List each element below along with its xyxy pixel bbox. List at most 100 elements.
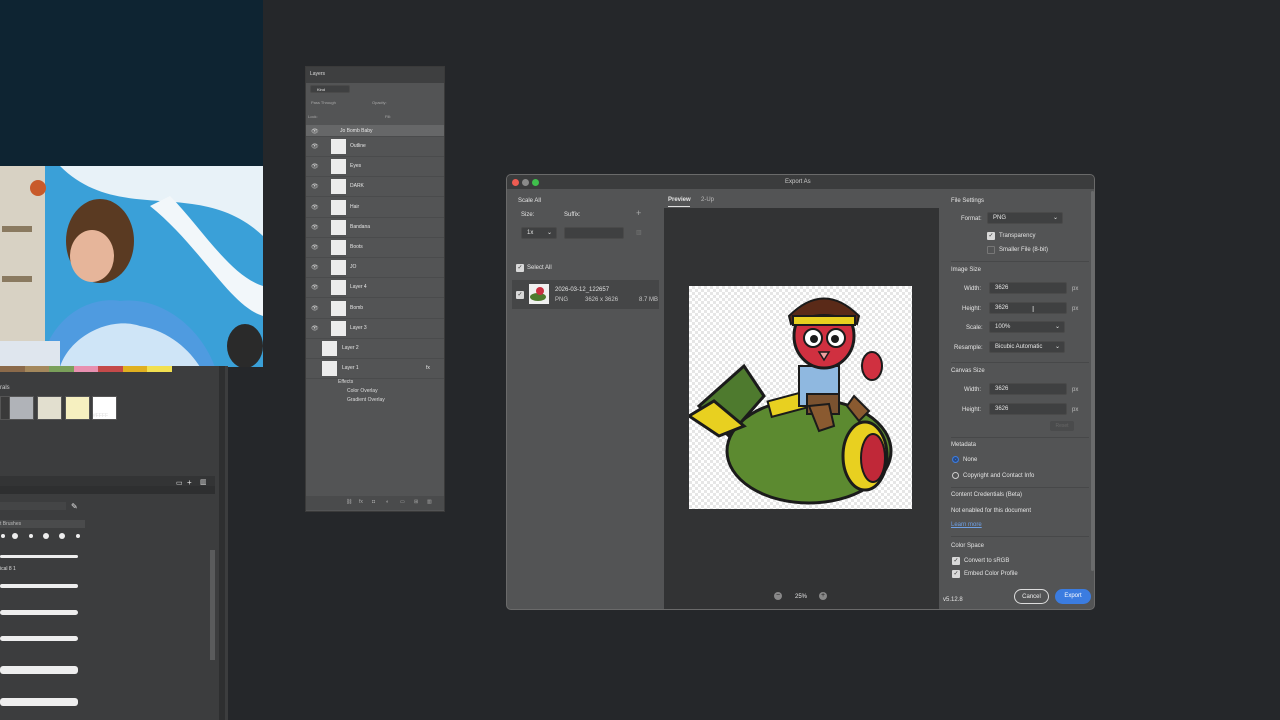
zoom-window-icon[interactable] [532,179,539,186]
new-layer-icon[interactable]: ⊞ [414,499,418,505]
zoom-in-icon[interactable]: + [819,592,827,600]
fill-label: Fill: [385,114,392,119]
layer-row[interactable]: 👁 Boots [306,238,444,258]
effect-gradient-overlay[interactable]: Gradient Overlay [347,397,385,403]
format-select[interactable]: PNG ⌄ [987,212,1063,224]
file-list-item[interactable]: ✓ 2026-03-12_122657 PNG 3626 x 3626 8.7 … [512,280,659,309]
delete-layer-icon[interactable]: ▥ [427,499,432,505]
file-dimensions: 3626 x 3626 [585,297,619,303]
fx-button[interactable]: fx [359,499,363,505]
tab-preview[interactable]: Preview [668,197,691,203]
layer-thumbnail [331,159,346,175]
close-window-icon[interactable] [512,179,519,186]
metadata-none-radio[interactable] [952,456,959,463]
image-width-value: 3626 [995,285,1009,291]
layer-name: Layer 2 [342,345,359,351]
text-cursor-icon: I [1032,305,1035,314]
tab-2-up[interactable]: 2-Up [701,197,714,203]
file-checkbox[interactable]: ✓ [516,291,524,299]
visibility-eye-icon[interactable]: 👁 [311,325,319,332]
swatch-group-label: rals [0,385,10,391]
smaller-file-checkbox[interactable] [987,246,995,254]
visibility-eye-icon[interactable]: 👁 [311,204,319,211]
select-all-label: Select All [527,265,552,271]
export-button[interactable]: Export [1055,589,1091,604]
brush-presets-row[interactable] [0,532,90,548]
canvas-width-input[interactable]: 3626 [989,383,1067,395]
canvas-size-heading: Canvas Size [951,368,985,374]
layer-row[interactable]: 👁 Outline [306,137,444,157]
swatch-gray[interactable] [9,396,34,420]
image-width-input[interactable]: 3626 [989,282,1067,294]
suffix-input[interactable] [564,227,624,239]
image-height-label: Height: [962,306,982,312]
layer-row[interactable]: 👁 Hair [306,198,444,218]
link-layers-icon[interactable]: ⛓ [346,499,352,505]
layer-row[interactable]: 👁 DARK [306,177,444,198]
brush-search-field[interactable] [0,502,66,510]
mask-icon[interactable]: ◘ [372,499,375,505]
trash-icon[interactable]: ▥ [200,478,207,486]
brush-stroke-6[interactable] [0,698,78,706]
visibility-eye-icon[interactable]: 👁 [311,264,319,271]
resample-select[interactable]: Bicubic Automatic ⌄ [989,341,1065,353]
brush-scrollbar[interactable] [210,550,215,660]
brush-group-header[interactable]: t Brushes [0,520,85,528]
layer-row[interactable]: 👁 Layer 4 [306,278,444,299]
zoom-out-icon[interactable]: − [774,592,782,600]
brush-stroke-4[interactable] [0,636,78,641]
layers-panel-title: Layers [306,67,444,83]
swatch-cream[interactable] [65,396,90,420]
canvas-height-input[interactable]: 3626 [989,403,1067,415]
settings-scrollbar[interactable] [1091,191,1094,571]
layer-row[interactable]: Layer 2 [306,339,444,359]
transparency-checkbox[interactable]: ✓ [987,232,995,240]
adjustment-icon[interactable]: ◐ [386,499,389,505]
blend-mode-select[interactable]: Pass Through [311,100,336,105]
layer-name: Bandana [350,223,371,230]
layer-row[interactable]: Layer 1 fx [306,359,444,380]
image-height-input[interactable]: 3626 [989,302,1067,314]
convert-srgb-checkbox[interactable]: ✓ [952,557,960,565]
visibility-eye-icon[interactable]: 👁 [311,128,319,135]
layer-thumbnail [322,341,337,356]
visibility-eye-icon[interactable]: 👁 [311,224,319,231]
layer-filter-search[interactable]: Kind [310,85,350,93]
layer-row[interactable]: 👁 Layer 3 [306,319,444,339]
visibility-eye-icon[interactable]: 👁 [311,163,319,170]
cancel-button[interactable]: Cancel [1014,589,1049,604]
visibility-eye-icon[interactable]: 👁 [311,143,319,150]
reset-button[interactable]: Reset [1050,421,1074,431]
select-all-checkbox[interactable]: ✓ [516,264,524,272]
swatch-beige[interactable] [37,396,62,420]
visibility-eye-icon[interactable]: 👁 [311,305,319,312]
scale-select[interactable]: 1x ⌄ [521,227,557,239]
new-group-icon[interactable]: ▭ [400,499,405,505]
layer-row[interactable]: 👁 JO [306,258,444,279]
brush-stroke-1[interactable] [0,555,78,558]
embed-profile-checkbox[interactable]: ✓ [952,570,960,578]
metadata-copyright-radio[interactable] [952,472,959,479]
learn-more-link[interactable]: Learn more [951,522,982,528]
convert-srgb-label: Convert to sRGB [964,558,1010,564]
panel-scrollbar[interactable] [219,366,225,720]
visibility-eye-icon[interactable]: 👁 [311,284,319,291]
layer-row[interactable]: 👁 Eyes [306,157,444,178]
visibility-eye-icon[interactable]: 👁 [311,244,319,251]
scale-percent-select[interactable]: 100% ⌄ [989,321,1065,333]
brush-stroke-5[interactable] [0,666,78,674]
remove-scale-icon[interactable]: ▥ [636,229,642,236]
effect-color-overlay[interactable]: Color Overlay [347,388,378,394]
layer-row[interactable]: 👁 Bomb [306,299,444,319]
content-credentials-heading: Content Credentials (Beta) [951,492,1023,498]
brush-stroke-3[interactable] [0,610,78,615]
layer-group-row[interactable]: 👁 Jo Bomb Baby [306,125,444,137]
add-scale-icon[interactable]: + [636,208,641,218]
minimize-window-icon[interactable] [522,179,529,186]
image-size-heading: Image Size [951,267,982,273]
edit-brush-icon[interactable]: ✎ [71,502,78,511]
layer-row[interactable]: 👁 Bandana [306,218,444,238]
brush-stroke-2[interactable] [0,584,78,588]
visibility-eye-icon[interactable]: 👁 [311,183,319,190]
layer-fx-icon[interactable]: fx [426,365,430,371]
